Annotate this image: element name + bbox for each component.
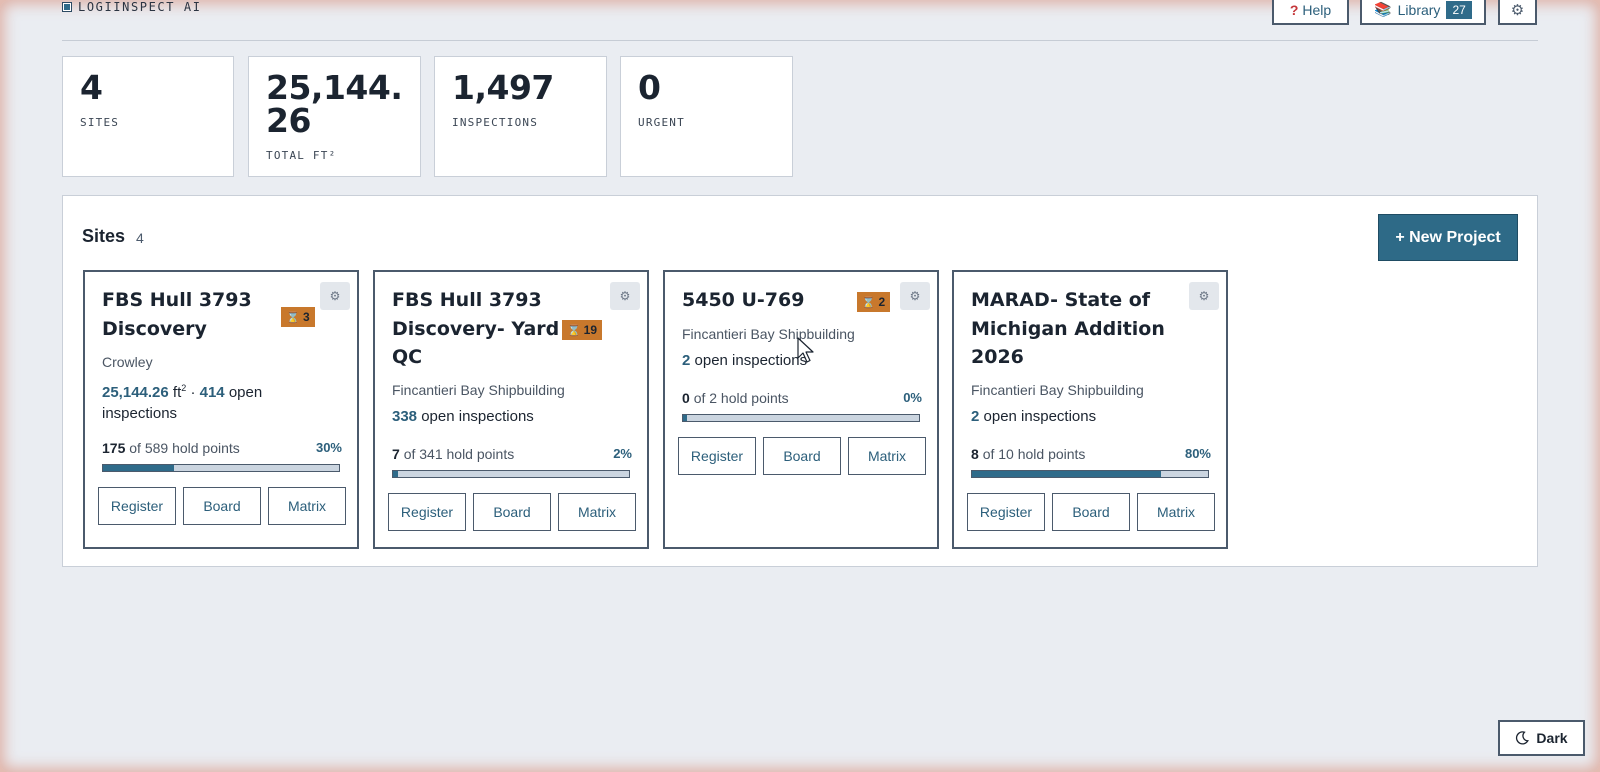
gear-icon: ⚙: [329, 289, 341, 303]
progress-bar: [392, 470, 630, 478]
new-project-button[interactable]: + New Project: [1378, 214, 1518, 261]
stat-value: 1,497: [452, 68, 554, 107]
library-label: Library: [1397, 1, 1441, 18]
hold-points: 175 of 589 hold points 30%: [102, 440, 342, 456]
gear-icon: ⚙: [1198, 289, 1210, 303]
pending-badge: ⌛ 2: [857, 292, 890, 312]
brand: LOGIINSPECT AI: [62, 0, 202, 14]
card-actions: Register Board Matrix: [98, 487, 346, 525]
card-settings-button[interactable]: ⚙: [1189, 282, 1219, 310]
board-button[interactable]: Board: [183, 487, 261, 525]
site-company: Fincantieri Bay Shipbuilding: [971, 382, 1144, 398]
logo-icon: [62, 2, 72, 12]
card-settings-button[interactable]: ⚙: [900, 282, 930, 310]
app-frame: LOGIINSPECT AI ? Help 📚 Library 27 ⚙ 4 S…: [0, 0, 1600, 772]
gear-icon: ⚙: [619, 289, 631, 303]
hourglass-icon: ⌛: [861, 296, 876, 309]
matrix-button[interactable]: Matrix: [558, 493, 636, 531]
site-meta: 2 open inspections: [971, 408, 1097, 425]
stat-card-total-area: 25,144. 26 TOTAL FT²: [248, 56, 421, 177]
brand-name: LOGIINSPECT AI: [78, 0, 202, 14]
progress-bar: [102, 464, 340, 472]
stat-label: SITES: [80, 116, 120, 129]
card-actions: Register Board Matrix: [678, 437, 926, 475]
progress-percent: 0%: [903, 390, 922, 405]
stat-value: 4: [80, 68, 103, 107]
progress-percent: 2%: [613, 446, 632, 461]
stat-value: 25,144. 26: [266, 68, 403, 140]
help-button[interactable]: ? Help: [1272, 0, 1349, 25]
site-card[interactable]: MARAD- State of Michigan Addition 2026 ⚙ F…: [952, 270, 1228, 549]
site-title: FBS Hull 3793 Discovery: [102, 289, 252, 340]
site-title: FBS Hull 3793 Discovery- Yard QC: [392, 289, 560, 368]
progress-fill: [393, 471, 398, 477]
stat-card-sites: 4 SITES: [62, 56, 234, 177]
hourglass-icon: ⌛: [286, 311, 301, 324]
moon-icon: [1516, 731, 1530, 745]
site-title: 5450 U-769: [682, 289, 805, 311]
stat-label: URGENT: [638, 116, 685, 129]
site-company: Fincantieri Bay Shipbuilding: [682, 326, 855, 342]
matrix-button[interactable]: Matrix: [268, 487, 346, 525]
sites-count: 4: [136, 230, 144, 246]
pending-badge: ⌛ 3: [281, 307, 315, 327]
books-icon: 📚: [1374, 1, 1392, 17]
card-actions: Register Board Matrix: [388, 493, 636, 531]
board-button[interactable]: Board: [1052, 493, 1130, 531]
hold-points: 0 of 2 hold points 0%: [682, 390, 922, 406]
site-card[interactable]: 5450 U-769 ⌛ 2 ⚙ Fincantieri Bay Shipbuil…: [663, 270, 939, 549]
matrix-button[interactable]: Matrix: [848, 437, 926, 475]
hourglass-icon: ⌛: [566, 324, 581, 337]
card-actions: Register Board Matrix: [967, 493, 1215, 531]
mouse-cursor-icon: [797, 337, 814, 363]
progress-percent: 80%: [1184, 446, 1211, 461]
site-company: Fincantieri Bay Shipbuilding: [392, 382, 565, 398]
progress-fill: [683, 415, 687, 421]
register-button[interactable]: Register: [388, 493, 466, 531]
settings-button[interactable]: ⚙: [1498, 0, 1537, 25]
pending-badge: ⌛ 19: [562, 320, 602, 340]
register-button[interactable]: Register: [678, 437, 756, 475]
stat-value: 0: [638, 68, 661, 107]
card-settings-button[interactable]: ⚙: [320, 282, 350, 310]
dark-mode-toggle[interactable]: Dark: [1498, 720, 1585, 756]
progress-percent: 30%: [315, 440, 342, 455]
progress-bar: [971, 470, 1209, 478]
progress-fill: [103, 465, 174, 471]
stat-card-inspections: 1,497 INSPECTIONS: [434, 56, 607, 177]
card-settings-button[interactable]: ⚙: [610, 282, 640, 310]
stat-label: TOTAL FT²: [266, 149, 337, 162]
board-button[interactable]: Board: [763, 437, 841, 475]
panel-title: Sites: [82, 226, 126, 246]
progress-bar: [682, 414, 920, 422]
library-button[interactable]: 📚 Library 27: [1360, 0, 1486, 25]
hold-points: 8 of 10 hold points 80%: [971, 446, 1211, 462]
register-button[interactable]: Register: [967, 493, 1045, 531]
site-card[interactable]: FBS Hull 3793 Discovery ⌛ 3 ⚙ Crowley 25,1…: [83, 270, 359, 549]
top-bar: LOGIINSPECT AI ? Help 📚 Library 27 ⚙: [62, 0, 1538, 41]
board-button[interactable]: Board: [473, 493, 551, 531]
site-meta: 25,144.26 ft2 · 414 open inspections: [102, 383, 263, 422]
gear-icon: ⚙: [1510, 1, 1525, 19]
site-company: Crowley: [102, 354, 153, 370]
gear-icon: ⚙: [909, 289, 921, 303]
stat-card-urgent: 0 URGENT: [620, 56, 793, 177]
dark-mode-label: Dark: [1536, 730, 1568, 746]
sites-panel: Sites 4 + New Project FBS Hull 3793 Disco…: [62, 195, 1538, 567]
site-meta: 338 open inspections: [392, 408, 534, 425]
progress-fill: [972, 471, 1161, 477]
site-title: MARAD- State of Michigan Addition 2026: [971, 289, 1165, 368]
matrix-button[interactable]: Matrix: [1137, 493, 1215, 531]
stat-label: INSPECTIONS: [452, 116, 539, 129]
help-label: Help: [1302, 1, 1332, 18]
site-card[interactable]: FBS Hull 3793 Discovery- Yard QC ⌛ 19 ⚙ Fin…: [373, 270, 649, 549]
library-count-badge: 27: [1446, 0, 1472, 19]
register-button[interactable]: Register: [98, 487, 176, 525]
question-icon: ?: [1289, 1, 1299, 18]
hold-points: 7 of 341 hold points 2%: [392, 446, 632, 462]
